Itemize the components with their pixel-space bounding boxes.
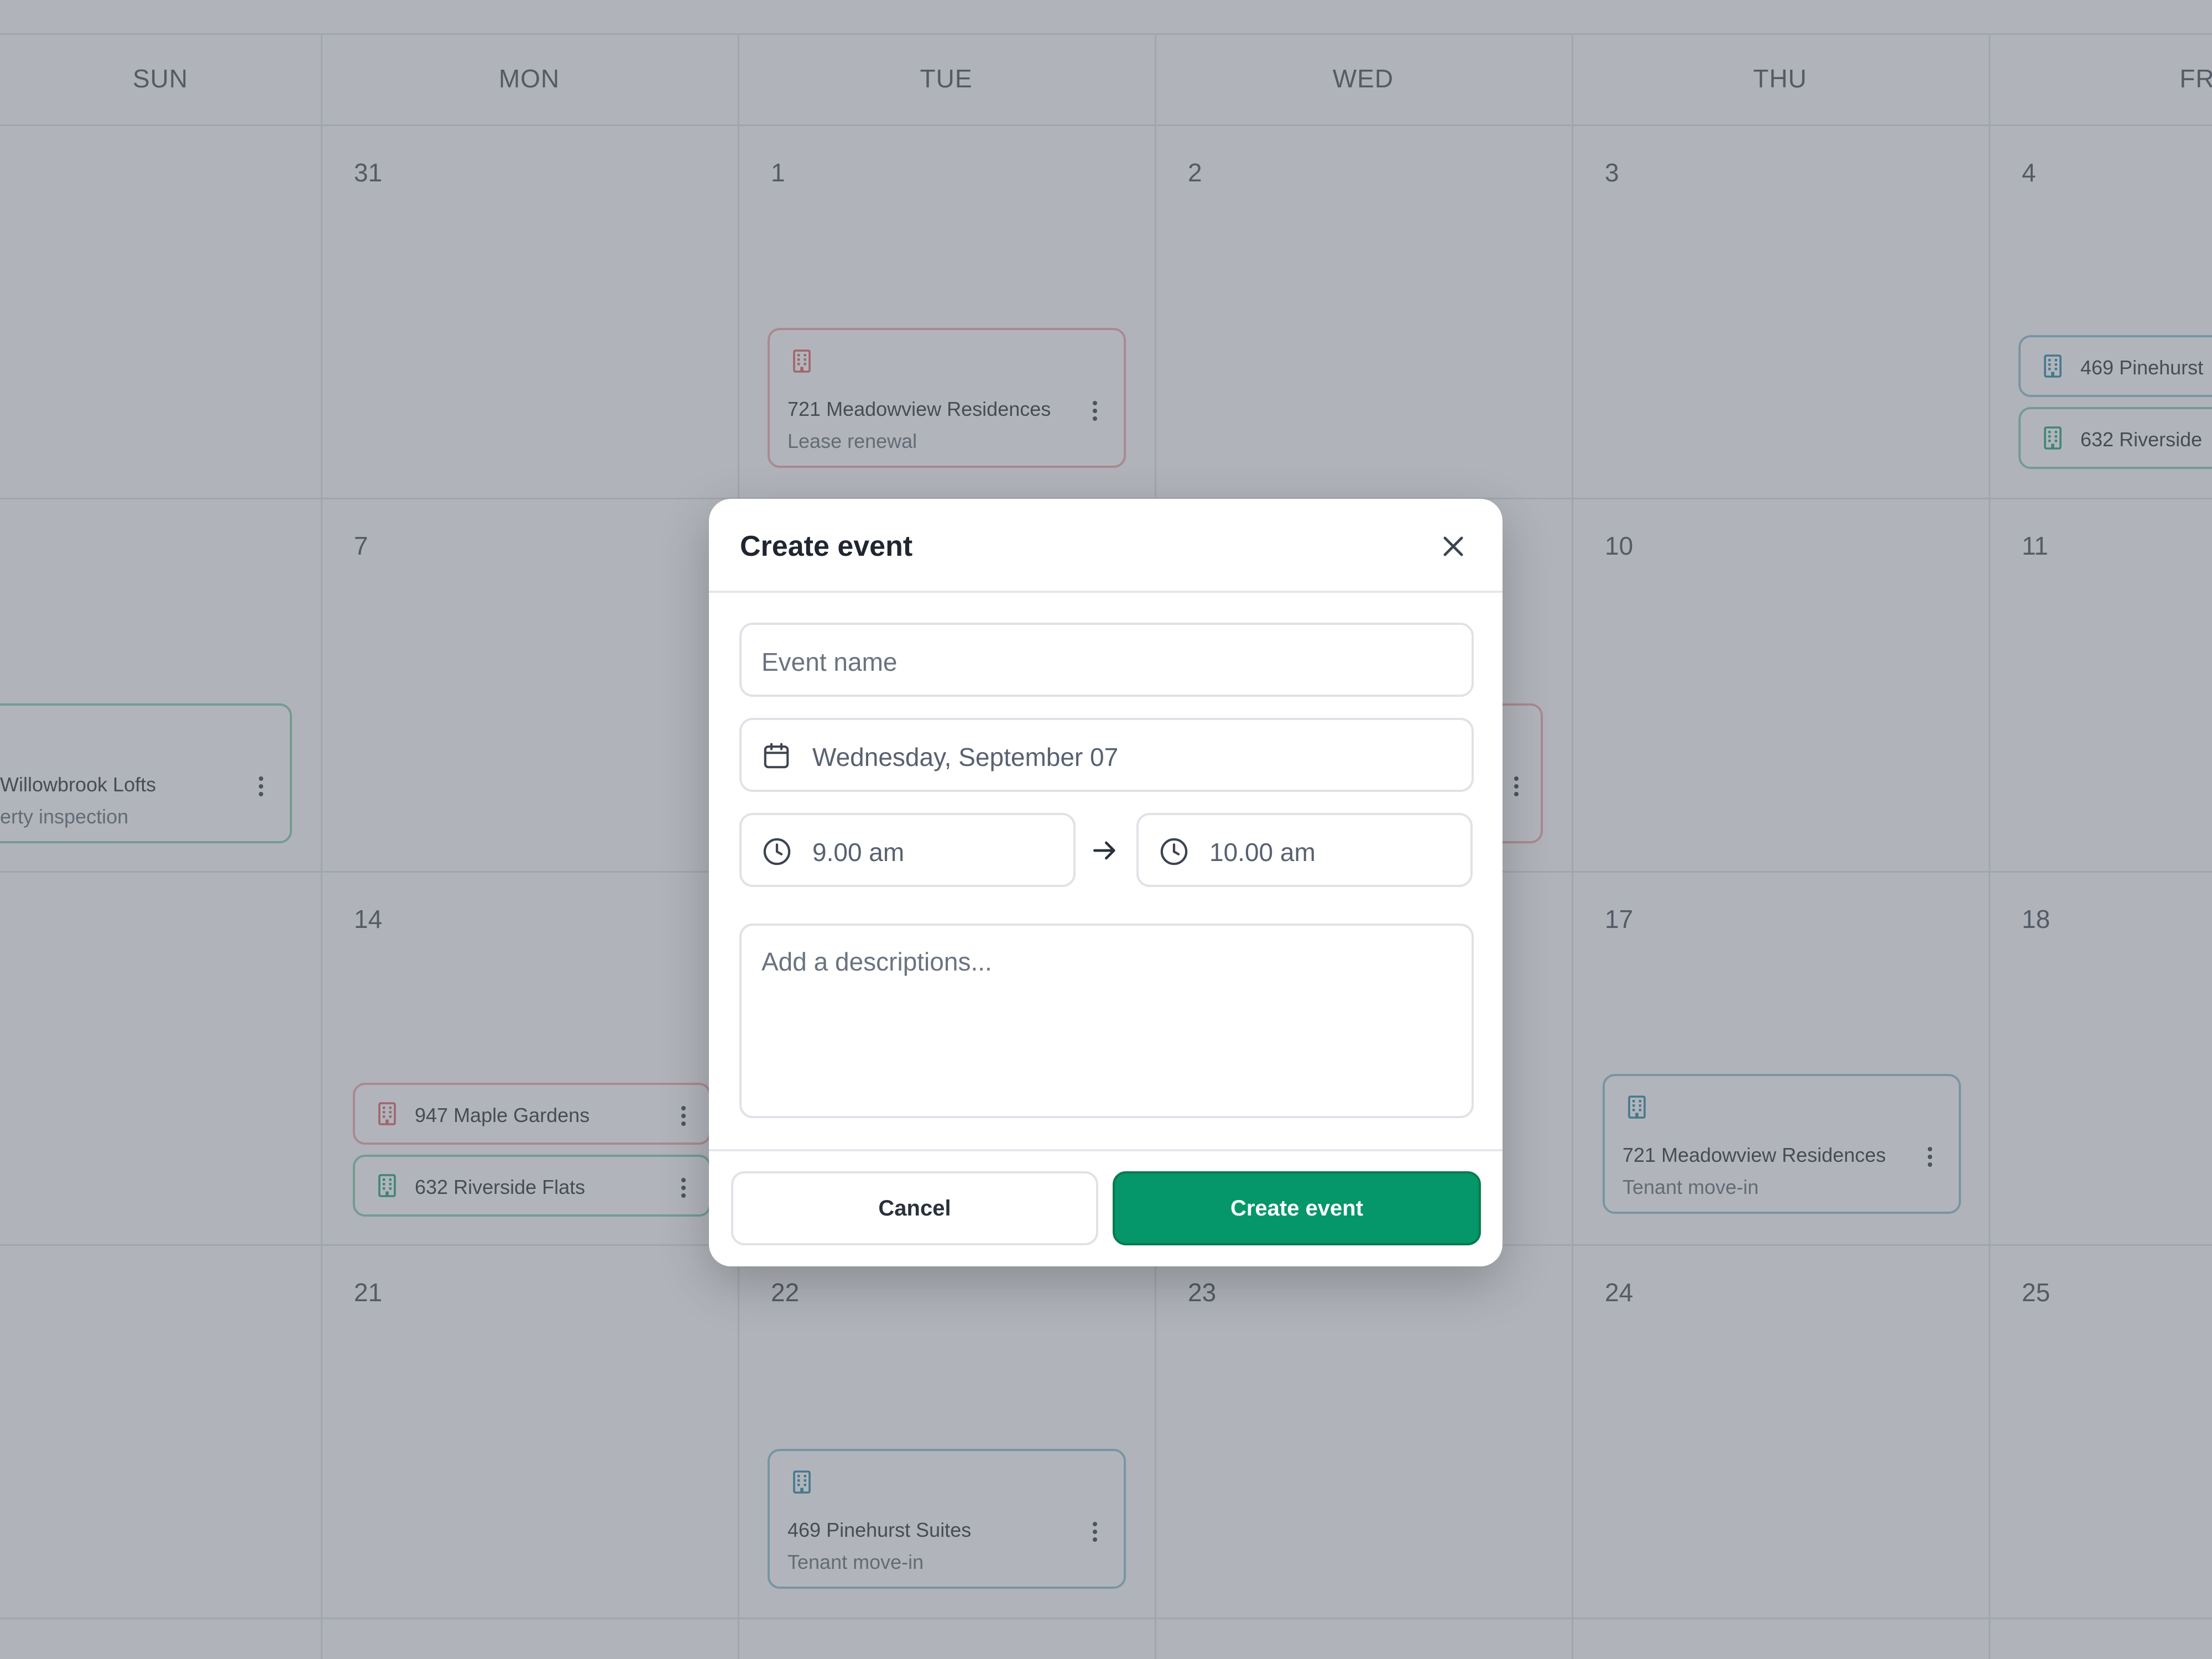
- close-icon[interactable]: [1439, 532, 1468, 561]
- create-event-dialog: Create event Event name Wednesday, Septe…: [709, 499, 1503, 1266]
- create-event-button[interactable]: Create event: [1113, 1171, 1481, 1245]
- clock-icon: [1160, 838, 1188, 865]
- description-placeholder: Add a descriptions...: [761, 947, 992, 976]
- arrow-right-icon: [1093, 841, 1115, 860]
- dialog-header-divider: [709, 591, 1503, 593]
- date-field[interactable]: Wednesday, September 07: [739, 718, 1474, 792]
- dialog-footer-divider: [709, 1149, 1503, 1151]
- start-time-value: 9.00 am: [812, 838, 905, 867]
- event-name-placeholder: Event name: [761, 648, 898, 676]
- calendar-icon: [764, 743, 789, 769]
- event-name-field[interactable]: Event name: [739, 623, 1474, 697]
- description-textarea[interactable]: Add a descriptions...: [739, 924, 1474, 1118]
- start-time-field[interactable]: 9.00 am: [739, 813, 1076, 887]
- end-time-value: 10.00 am: [1209, 838, 1316, 867]
- cancel-button[interactable]: Cancel: [731, 1171, 1098, 1245]
- dialog-title: Create event: [740, 530, 913, 562]
- end-time-field[interactable]: 10.00 am: [1136, 813, 1473, 887]
- date-value: Wednesday, September 07: [812, 743, 1119, 771]
- clock-icon: [763, 838, 791, 865]
